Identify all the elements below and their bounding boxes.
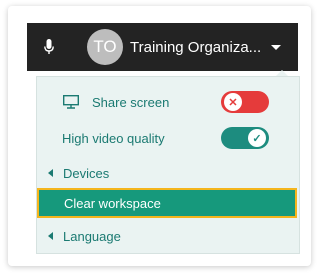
microphone-icon [44, 39, 54, 54]
organization-name: Training Organiza... [130, 38, 262, 56]
close-icon: ✕ [224, 93, 242, 111]
submenu-left-icon [48, 169, 53, 177]
high-video-quality-label: High video quality [62, 130, 165, 146]
share-screen-label: Share screen [92, 94, 170, 110]
share-screen-item[interactable]: Share screen ✕ [37, 87, 299, 117]
settings-dropdown: Share screen ✕ High video quality ✓ Devi… [36, 76, 300, 254]
microphone-button[interactable] [27, 23, 71, 71]
submenu-left-icon [48, 232, 53, 240]
devices-item[interactable]: Devices [37, 160, 299, 186]
clear-workspace-label: Clear workspace [64, 195, 161, 211]
devices-label: Devices [63, 165, 110, 181]
share-screen-toggle[interactable]: ✕ [221, 91, 269, 113]
monitor-icon [63, 95, 79, 109]
language-label: Language [63, 228, 121, 244]
screenshot-frame: TO Training Organiza... Share screen ✕ H… [8, 6, 311, 266]
check-icon: ✓ [248, 129, 266, 147]
organization-menu-button[interactable]: TO Training Organiza... [87, 23, 298, 71]
language-item[interactable]: Language [37, 223, 299, 249]
high-video-quality-toggle[interactable]: ✓ [221, 127, 269, 149]
caret-down-icon [271, 44, 282, 50]
avatar: TO [87, 29, 123, 65]
high-video-quality-item[interactable]: High video quality ✓ [37, 123, 299, 153]
top-toolbar: TO Training Organiza... [27, 23, 298, 71]
clear-workspace-item[interactable]: Clear workspace [37, 188, 297, 218]
